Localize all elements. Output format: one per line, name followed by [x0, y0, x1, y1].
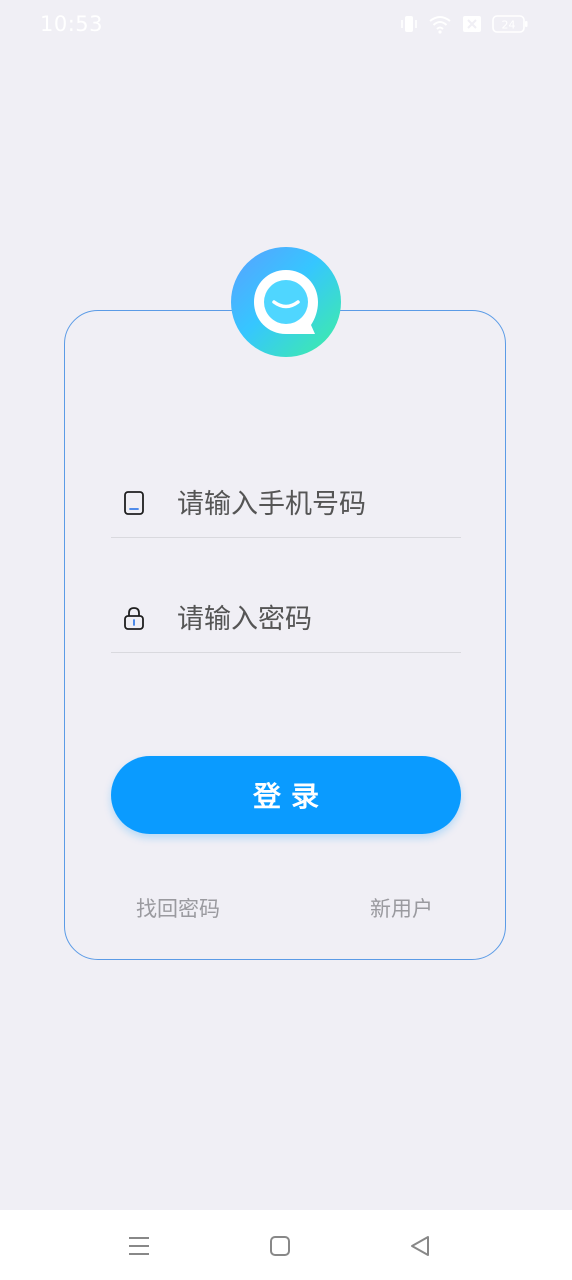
battery-level: 24: [502, 19, 516, 32]
lock-icon: [121, 605, 147, 631]
status-bar: 10:53 24: [0, 0, 572, 50]
sim-x-icon: [462, 15, 482, 33]
register-link[interactable]: 新用户: [370, 893, 433, 923]
home-icon[interactable]: [266, 1232, 294, 1260]
chat-bubble-smile-icon: [251, 267, 321, 337]
app-logo: [231, 247, 341, 357]
system-nav-bar: [0, 1210, 572, 1280]
menu-icon[interactable]: [125, 1232, 153, 1260]
status-icons: 24: [400, 14, 528, 34]
password-input[interactable]: [177, 599, 457, 639]
forgot-password-link[interactable]: 找回密码: [136, 893, 220, 923]
password-field: [111, 593, 461, 653]
phone-icon: [121, 490, 147, 516]
phone-field: [111, 478, 461, 538]
back-icon[interactable]: [406, 1232, 434, 1260]
vibrate-icon: [400, 14, 418, 34]
battery-icon: 24: [492, 15, 528, 33]
wifi-icon: [428, 14, 452, 34]
login-button[interactable]: 登录: [111, 756, 461, 834]
status-time: 10:53: [40, 12, 104, 36]
phone-input[interactable]: [177, 484, 457, 524]
